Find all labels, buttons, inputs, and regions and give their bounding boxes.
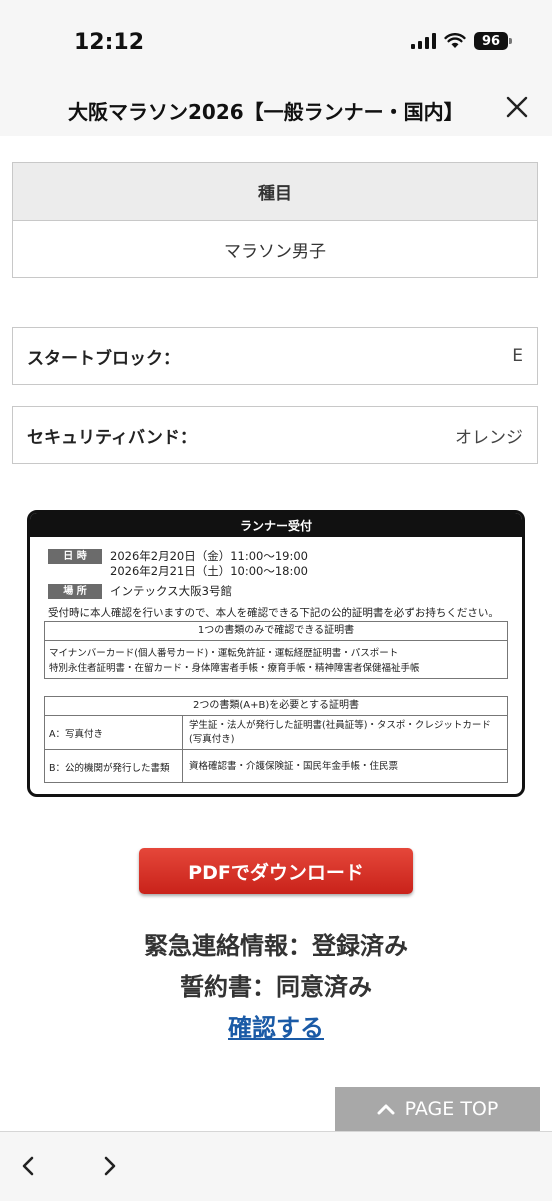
event-card: 種目 マラソン男子 (12, 162, 538, 278)
chevron-up-icon (377, 1104, 395, 1115)
document-row-b-label: B：公的機関が発行した書類 (45, 750, 183, 783)
reception-note: 受付時に本人確認を行いますので、本人を確認できる下記の公的証明書を必ずお持ちくだ… (48, 607, 499, 619)
document-row-b-value: 資格確認書・介護保険証・国民年金手帳・住民票 (189, 760, 399, 772)
page-top-label: PAGE TOP (404, 1098, 499, 1120)
single-document-heading: 1つの書類のみで確認できる証明書 (45, 622, 507, 641)
reception-place: 場 所 インテックス大阪3号館 (48, 584, 232, 599)
pdf-download-button[interactable]: PDFでダウンロード (139, 848, 413, 894)
double-document-box: 2つの書類(A+B)を必要とする証明書 A：写真付き 学生証・法人が発行した証明… (44, 696, 508, 783)
security-band-value: オレンジ (455, 427, 523, 448)
document-row-a-value: 学生証・法人が発行した証明書(社員証等)・タスポ・クレジットカード(写真付き) (189, 719, 491, 745)
datetime-line-2: 2026年2月21日（土）10:00〜18:00 (110, 564, 308, 578)
browser-bottom-bar (0, 1131, 552, 1201)
emergency-contact-status: 緊急連絡情報：登録済み (144, 932, 408, 960)
forward-button[interactable] (96, 1152, 124, 1180)
single-document-line: 特別永住者証明書・在留カード・身体障害者手帳・療育手帳・精神障害者保健福祉手帳 (49, 663, 420, 674)
datetime-line-1: 2026年2月20日（金）11:00〜19:00 (110, 549, 308, 563)
start-block-value: E (512, 346, 523, 366)
document-row-b: B：公的機関が発行した書類 資格確認書・介護保険証・国民年金手帳・住民票 (45, 750, 507, 783)
chevron-left-icon (22, 1156, 34, 1176)
single-document-line: マイナンバーカード(個人番号カード)・運転免許証・運転経歴証明書・パスポート (49, 648, 399, 659)
runner-reception-info: ランナー受付 日 時 2026年2月20日（金）11:00〜19:00 2026… (27, 510, 525, 797)
reception-datetime: 日 時 2026年2月20日（金）11:00〜19:00 2026年2月21日（… (48, 549, 308, 579)
battery-icon: 96 (474, 32, 512, 50)
page-title: 大阪マラソン2026【一般ランナー・国内】 (68, 100, 464, 124)
event-value: マラソン男子 (224, 242, 326, 262)
close-icon (506, 96, 528, 118)
reception-title: ランナー受付 (30, 513, 522, 537)
security-band-row: セキュリティバンド： オレンジ (12, 406, 538, 464)
chevron-right-icon (104, 1156, 116, 1176)
event-heading: 種目 (13, 163, 537, 221)
status-icons: 96 (411, 32, 512, 50)
place-value: インテックス大阪3号館 (110, 584, 232, 598)
security-band-label: セキュリティバンド： (27, 427, 197, 448)
pledge-status: 誓約書：同意済み (180, 973, 372, 1001)
document-row-a: A：写真付き 学生証・法人が発行した証明書(社員証等)・タスポ・クレジットカード… (45, 716, 507, 750)
battery-level: 96 (481, 33, 501, 49)
place-tag: 場 所 (48, 584, 102, 599)
datetime-tag: 日 時 (48, 549, 102, 564)
page-top-button[interactable]: PAGE TOP (335, 1087, 540, 1131)
title-bar: 大阪マラソン2026【一般ランナー・国内】 (0, 90, 552, 136)
wifi-icon (444, 33, 466, 48)
confirm-link-wrapper: 確認する (0, 1008, 552, 1043)
single-document-box: 1つの書類のみで確認できる証明書 マイナンバーカード(個人番号カード)・運転免許… (44, 621, 508, 679)
document-row-a-label: A：写真付き (45, 716, 183, 749)
double-document-heading: 2つの書類(A+B)を必要とする証明書 (45, 697, 507, 716)
signal-icon (411, 33, 436, 49)
start-block-label: スタートブロック： (27, 348, 180, 369)
confirm-link[interactable]: 確認する (228, 1014, 324, 1042)
status-time: 12:12 (74, 30, 145, 55)
status-bar: 12:12 96 (0, 0, 552, 90)
close-button[interactable] (504, 94, 530, 120)
start-block-row: スタートブロック： E (12, 327, 538, 385)
back-button[interactable] (14, 1152, 42, 1180)
